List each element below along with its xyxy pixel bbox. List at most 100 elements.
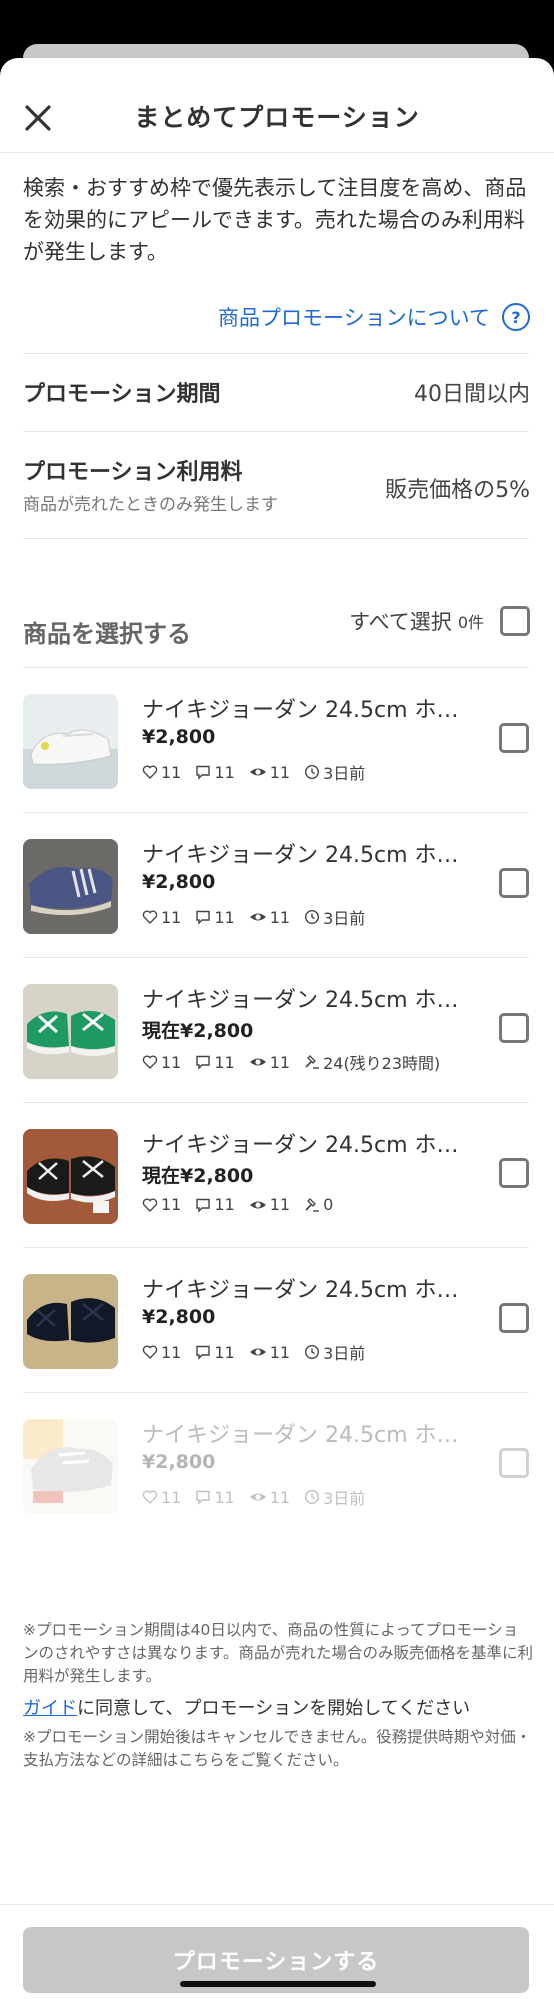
heart-icon: [142, 1490, 158, 1504]
likes-count: 11: [161, 907, 182, 927]
listed-time: 3日前: [323, 764, 366, 783]
likes-count: 11: [161, 1342, 182, 1362]
likes-count: 11: [161, 1052, 182, 1072]
list-item[interactable]: ナイキジョーダン 24.5cm ホ… 現在¥2,800 11 11 11 0: [23, 1103, 529, 1248]
item-checkbox[interactable]: [499, 1013, 529, 1043]
list-item[interactable]: ナイキジョーダン 24.5cm ホ… ¥2,800 11 11 11 3日前: [23, 813, 529, 958]
product-meta: 11 11 11 3日前: [142, 1340, 379, 1364]
list-item[interactable]: ナイキジョーダン 24.5cm ホ… 現在¥2,800 11 11 11 24(…: [23, 958, 529, 1103]
comment-icon: [196, 910, 211, 925]
comments-count: 11: [214, 1487, 235, 1507]
views-count: 11: [269, 1052, 291, 1072]
promotion-fee-sub: 商品が売れたときのみ発生します: [23, 495, 278, 515]
select-items-title: 商品を選択する: [23, 620, 191, 648]
page-title: まとめてプロモーション: [134, 103, 420, 132]
comments-count: 11: [214, 1195, 235, 1214]
clock-icon: [305, 909, 320, 925]
item-checkbox[interactable]: [499, 723, 529, 753]
comment-icon: [196, 1055, 211, 1070]
selected-count: 0件: [457, 613, 484, 632]
cancellation-notice: ※プロモーション開始後はキャンセルできません。役務提供時期や対価・支払方法などの…: [23, 1728, 532, 1769]
product-name: ナイキジョーダン 24.5cm ホ…: [142, 1423, 459, 1448]
guide-agreement-text: に同意して、プロモーションを開始してください: [77, 1698, 471, 1719]
listed-time: 3日前: [323, 1489, 366, 1508]
product-thumbnail: [23, 984, 118, 1079]
item-checkbox[interactable]: [499, 1158, 529, 1188]
views-count: 11: [269, 907, 291, 927]
comment-icon: [196, 1345, 211, 1360]
item-checkbox[interactable]: [499, 1303, 529, 1333]
clock-icon: [305, 1344, 320, 1360]
select-all-checkbox[interactable]: [500, 606, 530, 636]
bid-info: 24(残り23時間): [323, 1054, 441, 1073]
product-price: ¥2,800: [142, 871, 216, 893]
eye-icon: [249, 1348, 266, 1356]
about-promotion-link[interactable]: 商品プロモーションについて ?: [218, 302, 530, 332]
eye-icon: [249, 1201, 266, 1208]
comments-count: 11: [214, 1342, 235, 1362]
promotion-sheet: まとめてプロモーション 検索・おすすめ枠で優先表示して注目度を高め、商品を効果的…: [0, 58, 554, 1999]
promotion-period-value: 40日間以内: [414, 382, 530, 407]
list-item-disabled: ナイキジョーダン 24.5cm ホ… ¥2,800 11 11 11 3日前: [23, 1393, 529, 1538]
guide-agreement: ガイドに同意して、プロモーションを開始してください: [23, 1694, 470, 1720]
product-name: ナイキジョーダン 24.5cm ホ…: [142, 1278, 459, 1303]
intro-text: 検索・おすすめ枠で優先表示して注目度を高め、商品を効果的にアピールできます。売れ…: [23, 176, 527, 264]
comments-count: 11: [214, 762, 235, 782]
select-all-label: すべて選択: [349, 610, 452, 634]
views-count: 11: [269, 1195, 291, 1214]
listed-time: 3日前: [323, 1344, 366, 1363]
promotion-fee-label: プロモーション利用料: [23, 460, 243, 485]
comments-count: 11: [214, 907, 235, 927]
product-thumbnail: [23, 1274, 118, 1369]
clock-icon: [305, 1489, 320, 1505]
product-price: ¥2,800: [142, 1306, 216, 1328]
gavel-icon: [305, 1197, 320, 1212]
comment-icon: [196, 1490, 211, 1505]
list-item[interactable]: ナイキジョーダン 24.5cm ホ… ¥2,800 11 11 11 3日前: [23, 668, 529, 813]
product-thumbnail: [23, 1129, 118, 1224]
divider: [23, 431, 529, 432]
eye-icon: [249, 913, 266, 921]
guide-link[interactable]: ガイド: [23, 1698, 77, 1719]
product-price: ¥2,800: [142, 726, 216, 748]
product-name: ナイキジョーダン 24.5cm ホ…: [142, 698, 459, 723]
likes-count: 11: [161, 1487, 182, 1507]
product-meta: 11 11 11 0: [142, 1195, 347, 1214]
likes-count: 11: [161, 762, 182, 782]
eye-icon: [249, 768, 266, 776]
product-price: 現在¥2,800: [142, 1165, 254, 1187]
help-circle-icon: ?: [502, 303, 530, 331]
product-price: 現在¥2,800: [142, 1020, 254, 1042]
listed-time: 3日前: [323, 909, 366, 928]
product-price: ¥2,800: [142, 1451, 216, 1473]
select-all-toggle[interactable]: すべて選択 0件: [349, 606, 530, 636]
product-name: ナイキジョーダン 24.5cm ホ…: [142, 988, 459, 1013]
promotion-fee-value: 販売価格の5%: [385, 478, 530, 503]
product-thumbnail: [23, 694, 118, 789]
divider: [0, 1904, 554, 1905]
comments-count: 11: [214, 1052, 235, 1072]
product-name: ナイキジョーダン 24.5cm ホ…: [142, 1133, 459, 1158]
gavel-icon: [305, 1055, 320, 1069]
promotion-notice: ※プロモーション期間は40日以内で、商品の性質によってプロモーションのされやすさ…: [23, 1621, 533, 1685]
item-checkbox[interactable]: [499, 868, 529, 898]
header: まとめてプロモーション: [0, 58, 554, 153]
views-count: 11: [269, 762, 291, 782]
list-item[interactable]: ナイキジョーダン 24.5cm ホ… ¥2,800 11 11 11 3日前: [23, 1248, 529, 1393]
product-meta: 11 11 11 24(残り23時間): [142, 1050, 454, 1074]
comment-icon: [196, 1198, 211, 1213]
likes-count: 11: [161, 1195, 182, 1214]
views-count: 11: [269, 1487, 291, 1507]
eye-icon: [249, 1493, 266, 1501]
product-meta: 11 11 11 3日前: [142, 905, 379, 929]
item-checkbox: [499, 1448, 529, 1478]
heart-icon: [142, 910, 158, 924]
heart-icon: [142, 1198, 158, 1212]
eye-icon: [249, 1058, 266, 1066]
product-thumbnail: [23, 1419, 118, 1514]
home-indicator: [180, 1981, 376, 1987]
heart-icon: [142, 1055, 158, 1069]
comment-icon: [196, 765, 211, 780]
product-meta: 11 11 11 3日前: [142, 1485, 379, 1509]
divider: [23, 538, 529, 539]
